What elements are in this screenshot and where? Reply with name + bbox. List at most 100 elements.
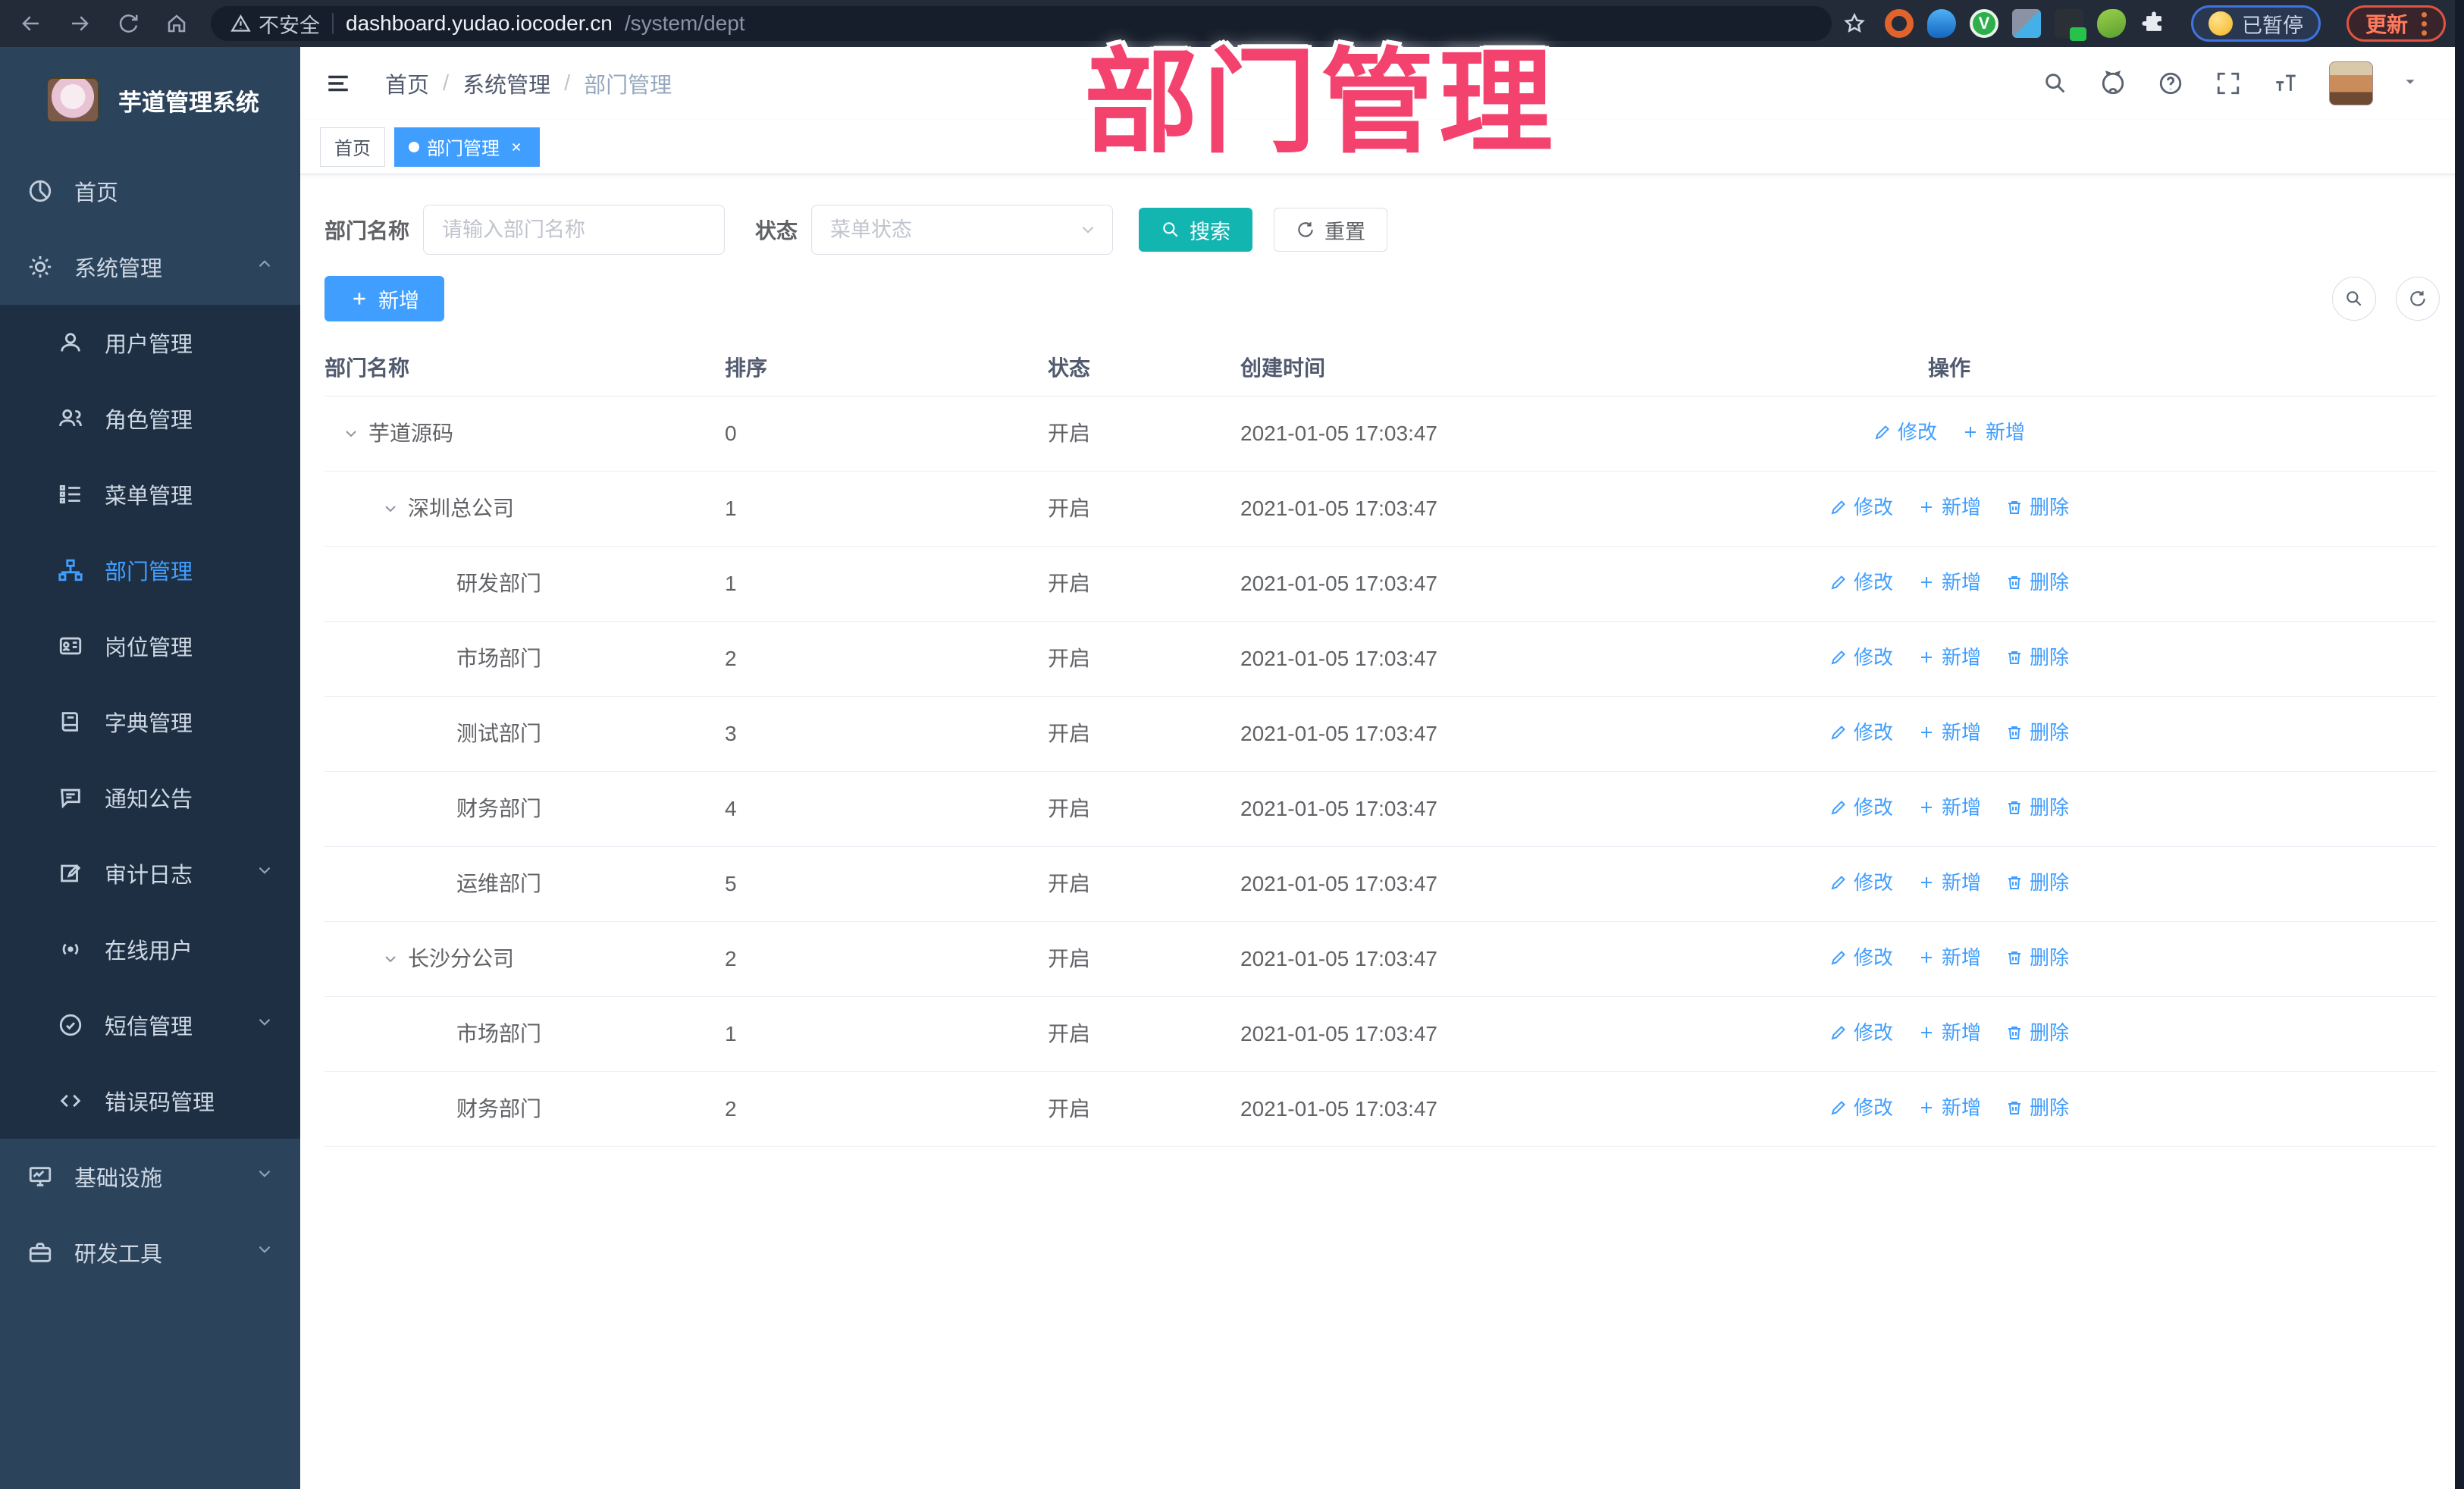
edit-action-link[interactable]: 修改 — [1829, 497, 1893, 517]
delete-action-link[interactable]: 删除 — [2005, 723, 2069, 742]
extension-orange-icon[interactable] — [1884, 9, 1914, 38]
browser-update-button[interactable]: 更新 — [2346, 5, 2446, 42]
sidebar-item-role-management[interactable]: 角色管理 — [0, 381, 300, 456]
hamburger-icon[interactable] — [323, 68, 353, 99]
pencil-icon — [1875, 425, 1889, 440]
caret-down-icon[interactable] — [2402, 74, 2419, 94]
forward-icon[interactable] — [67, 11, 92, 36]
close-icon[interactable] — [507, 138, 525, 156]
warning-icon — [230, 14, 251, 32]
extension-green-v-icon[interactable]: V — [1969, 9, 1998, 38]
sidebar-item-home[interactable]: 首页 — [0, 153, 300, 229]
sidebar-item-audit-log[interactable]: 审计日志 — [0, 835, 300, 911]
sidebar-item-announcement[interactable]: 通知公告 — [0, 760, 300, 835]
plus-icon — [353, 293, 365, 305]
col-actions: 操作 — [1627, 341, 2271, 397]
add-action-link[interactable]: 新增 — [1917, 1023, 1981, 1042]
delete-action-link[interactable]: 删除 — [2005, 798, 2069, 817]
sidebar-item-error-code[interactable]: 错误码管理 — [0, 1063, 300, 1139]
add-action-link[interactable]: 新增 — [1917, 723, 1981, 742]
update-label: 更新 — [2365, 13, 2408, 36]
breadcrumb-home[interactable]: 首页 — [385, 67, 429, 99]
edit-action-link[interactable]: 修改 — [1829, 948, 1893, 967]
search-icon — [2346, 291, 2362, 306]
user-avatar[interactable] — [2329, 61, 2373, 105]
status-select-input[interactable] — [811, 205, 1114, 255]
table-tools — [2332, 277, 2440, 321]
extension-blue-drop-icon[interactable] — [1926, 9, 1956, 38]
edit-action-link[interactable]: 修改 — [1829, 723, 1893, 742]
back-icon[interactable] — [18, 11, 44, 36]
delete-action-link[interactable]: 删除 — [2005, 1098, 2069, 1118]
status-select[interactable] — [811, 205, 1114, 255]
sidebar-item-system-management[interactable]: 系统管理 — [0, 229, 300, 305]
sidebar-item-dept-management[interactable]: 部门管理 — [0, 532, 300, 608]
edit-action-link[interactable]: 修改 — [1829, 1023, 1893, 1042]
add-action-link[interactable]: 新增 — [1917, 1098, 1981, 1118]
menu-dots-icon[interactable] — [2422, 11, 2427, 36]
delete-action-link[interactable]: 删除 — [2005, 497, 2069, 517]
extension-green-figure-icon[interactable] — [2096, 9, 2126, 38]
hide-search-button[interactable] — [2332, 277, 2376, 321]
github-icon[interactable] — [2099, 69, 2127, 98]
not-secure-warning[interactable]: 不安全 — [230, 9, 320, 39]
reload-icon[interactable] — [115, 11, 141, 36]
add-dept-button[interactable]: 新增 — [324, 276, 444, 321]
extension-on-badge-icon[interactable] — [2054, 9, 2086, 41]
add-action-link[interactable]: 新增 — [1917, 873, 1981, 892]
delete-action-link[interactable]: 删除 — [2005, 647, 2069, 667]
edit-action-link[interactable]: 修改 — [1873, 422, 1937, 442]
delete-action-link[interactable]: 删除 — [2005, 572, 2069, 592]
expand-caret-icon[interactable] — [378, 949, 403, 969]
tag-dept-management[interactable]: 部门管理 — [394, 127, 540, 167]
delete-action-link[interactable]: 删除 — [2005, 948, 2069, 967]
edit-action-link[interactable]: 修改 — [1829, 798, 1893, 817]
expand-caret-icon[interactable] — [338, 424, 364, 444]
add-action-link[interactable]: 新增 — [1917, 497, 1981, 517]
extensions-puzzle-icon[interactable] — [2140, 9, 2168, 38]
expand-caret-icon[interactable] — [378, 499, 403, 519]
edit-action-link[interactable]: 修改 — [1829, 873, 1893, 892]
tag-home[interactable]: 首页 — [320, 127, 385, 167]
extension-grid-icon[interactable] — [2011, 9, 2041, 38]
home-icon[interactable] — [164, 11, 190, 36]
add-action-link[interactable]: 新增 — [1917, 572, 1981, 592]
add-action-link[interactable]: 新增 — [1917, 948, 1981, 967]
sidebar-item-post-management[interactable]: 岗位管理 — [0, 608, 300, 684]
search-icon[interactable] — [2041, 69, 2070, 98]
fullscreen-icon[interactable] — [2214, 69, 2243, 98]
sidebar-item-online-users[interactable]: 在线用户 — [0, 911, 300, 987]
font-size-icon[interactable] — [2271, 69, 2300, 98]
search-button[interactable]: 搜索 — [1139, 208, 1253, 252]
add-action-link[interactable]: 新增 — [1917, 647, 1981, 667]
table-row: 财务部门 4 开启 2021-01-05 17:03:47 修改 新增 删除 — [324, 771, 2437, 847]
breadcrumb-system[interactable]: 系统管理 — [462, 67, 550, 99]
edit-action-link[interactable]: 修改 — [1829, 572, 1893, 592]
reset-button[interactable]: 重置 — [1274, 208, 1388, 252]
edit-action-link[interactable]: 修改 — [1829, 647, 1893, 667]
sidebar-item-sms-management[interactable]: 短信管理 — [0, 987, 300, 1063]
sidebar-item-dict-management[interactable]: 字典管理 — [0, 684, 300, 760]
address-bar[interactable]: 不安全 dashboard.yudao.iocoder.cn/system/de… — [211, 6, 1832, 41]
dept-created: 2021-01-05 17:03:47 — [1210, 771, 1627, 847]
delete-action-link[interactable]: 删除 — [2005, 1023, 2069, 1042]
header-actions — [2041, 61, 2419, 105]
sidebar-item-user-management[interactable]: 用户管理 — [0, 305, 300, 381]
refresh-table-button[interactable] — [2396, 277, 2440, 321]
help-icon[interactable] — [2156, 69, 2185, 98]
bookmark-star-icon[interactable] — [1839, 12, 1870, 35]
breadcrumb-separator: / — [564, 71, 571, 96]
add-action-link[interactable]: 新增 — [1917, 798, 1981, 817]
dept-name-input[interactable] — [423, 205, 726, 255]
delete-action-link[interactable]: 删除 — [2005, 873, 2069, 892]
sidebar-item-menu-management[interactable]: 菜单管理 — [0, 456, 300, 532]
sidebar-item-dev-tools[interactable]: 研发工具 — [0, 1215, 300, 1290]
profile-paused-badge[interactable]: 已暂停 — [2190, 5, 2321, 42]
announcement-icon — [56, 783, 85, 812]
paused-label: 已暂停 — [2241, 14, 2303, 37]
edit-action-link[interactable]: 修改 — [1829, 1098, 1893, 1118]
add-action-link[interactable]: 新增 — [1961, 422, 2025, 442]
col-created: 创建时间 — [1210, 341, 1627, 397]
app-logo[interactable]: 芋道管理系统 — [0, 47, 300, 153]
sidebar-item-infrastructure[interactable]: 基础设施 — [0, 1139, 300, 1215]
